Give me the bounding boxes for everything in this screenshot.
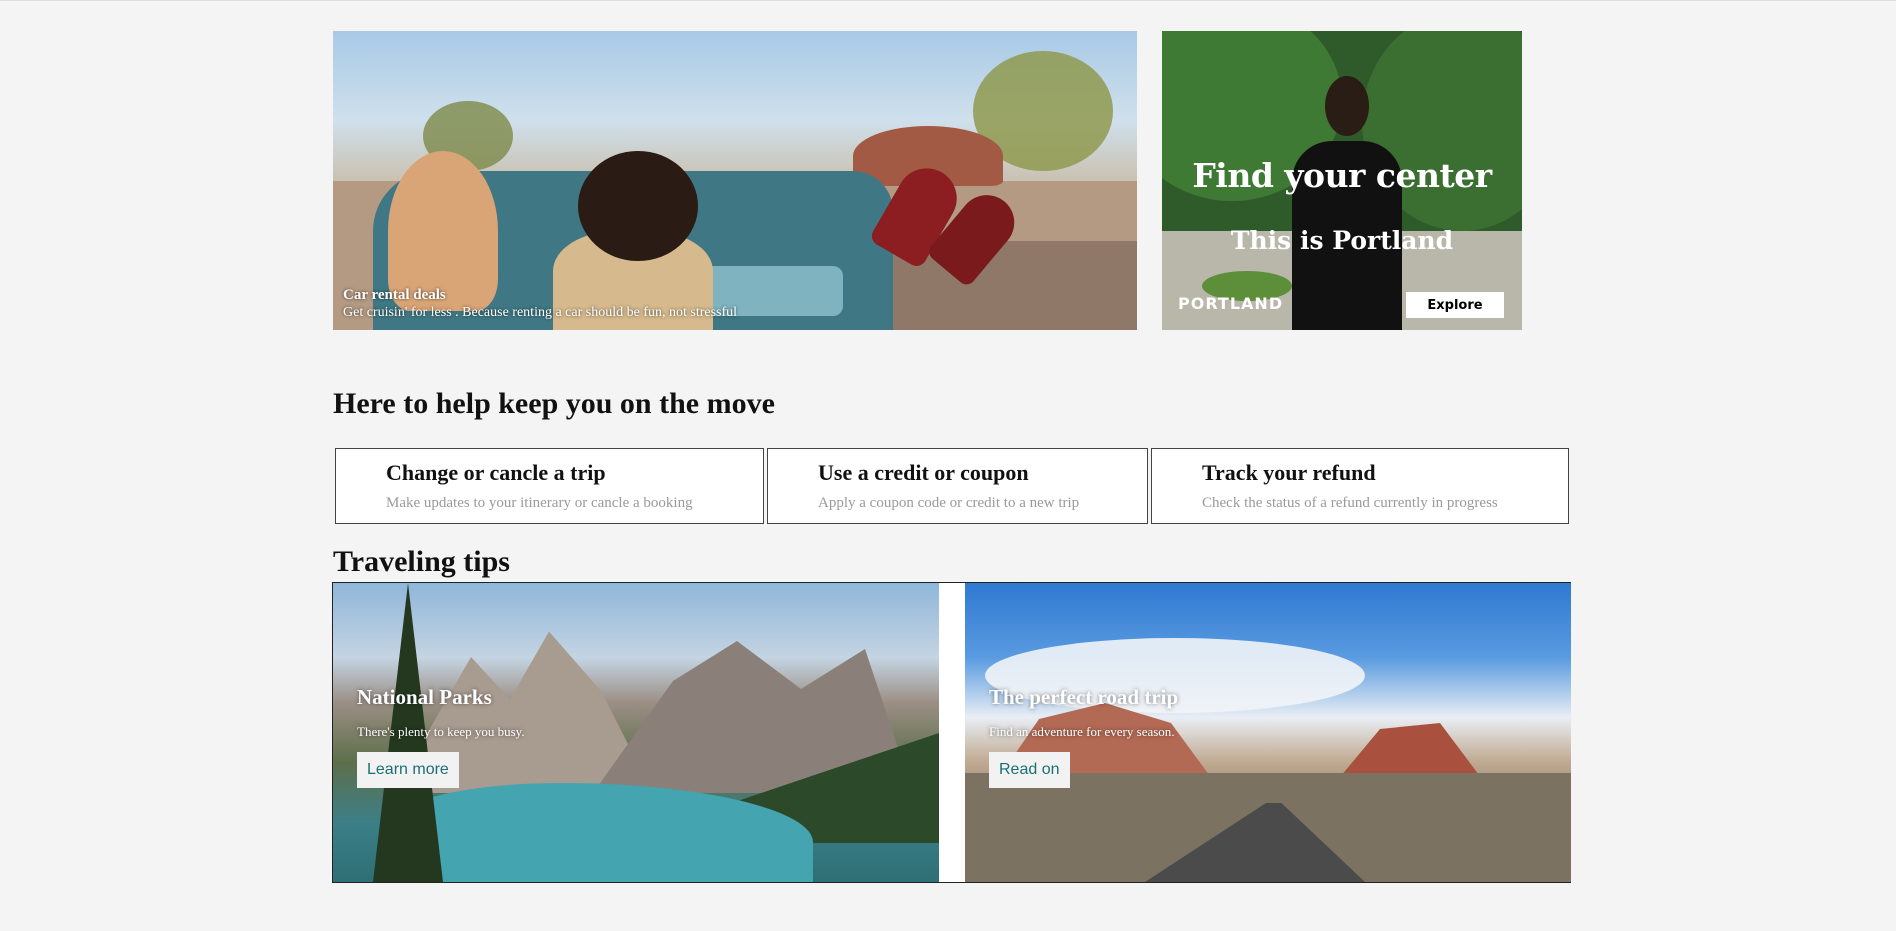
hero-photo-hair bbox=[578, 151, 698, 261]
tip-heading: National Parks bbox=[357, 685, 492, 709]
card-title: Use a credit or coupon bbox=[818, 460, 1029, 485]
card-title: Track your refund bbox=[1202, 460, 1376, 485]
track-refund-card[interactable]: Track your refund Check the status of a … bbox=[1151, 448, 1569, 524]
national-parks-tip: National Parks There's plenty to keep yo… bbox=[333, 583, 939, 882]
explore-button[interactable]: Explore bbox=[1406, 292, 1504, 318]
ad-brand-logo: PORTLAND bbox=[1178, 294, 1284, 313]
hero-subtitle: Get cruisin' for less . Because renting … bbox=[343, 305, 738, 320]
ad-headline: Find your center bbox=[1192, 156, 1492, 195]
ad-subheadline: This is Portland bbox=[1230, 226, 1454, 255]
tips-container: National Parks There's plenty to keep yo… bbox=[332, 582, 1571, 883]
change-cancel-trip-card[interactable]: Change or cancle a trip Make updates to … bbox=[335, 448, 764, 524]
learn-more-button[interactable]: Learn more bbox=[357, 752, 459, 788]
credit-coupon-card[interactable]: Use a credit or coupon Apply a coupon co… bbox=[767, 448, 1148, 524]
read-on-button[interactable]: Read on bbox=[989, 752, 1070, 788]
tip-heading: The perfect road trip bbox=[989, 685, 1179, 709]
hero-caption: Car rental deals Get cruisin' for less .… bbox=[343, 286, 737, 322]
top-divider bbox=[0, 0, 1896, 1]
tips-section-title: Traveling tips bbox=[333, 545, 510, 578]
hero-title: Car rental deals bbox=[343, 287, 446, 303]
car-rental-promo[interactable]: Car rental deals Get cruisin' for less .… bbox=[333, 31, 1137, 330]
card-description: Make updates to your itinerary or cancle… bbox=[386, 495, 693, 511]
ad-photo-head bbox=[1325, 76, 1369, 136]
tip-description: Find an adventure for every season. bbox=[989, 724, 1175, 739]
card-title: Change or cancle a trip bbox=[386, 460, 606, 485]
card-description: Check the status of a refund currently i… bbox=[1202, 495, 1498, 511]
tip-text: National Parks There's plenty to keep yo… bbox=[357, 685, 525, 788]
tip-text: The perfect road trip Find an adventure … bbox=[989, 685, 1178, 788]
tip-description: There's plenty to keep you busy. bbox=[357, 724, 525, 739]
card-description: Apply a coupon code or credit to a new t… bbox=[818, 495, 1080, 511]
portland-ad[interactable]: Find your center This is Portland PORTLA… bbox=[1162, 31, 1522, 330]
road-trip-tip: The perfect road trip Find an adventure … bbox=[965, 583, 1571, 882]
help-section-title: Here to help keep you on the move bbox=[333, 387, 775, 420]
